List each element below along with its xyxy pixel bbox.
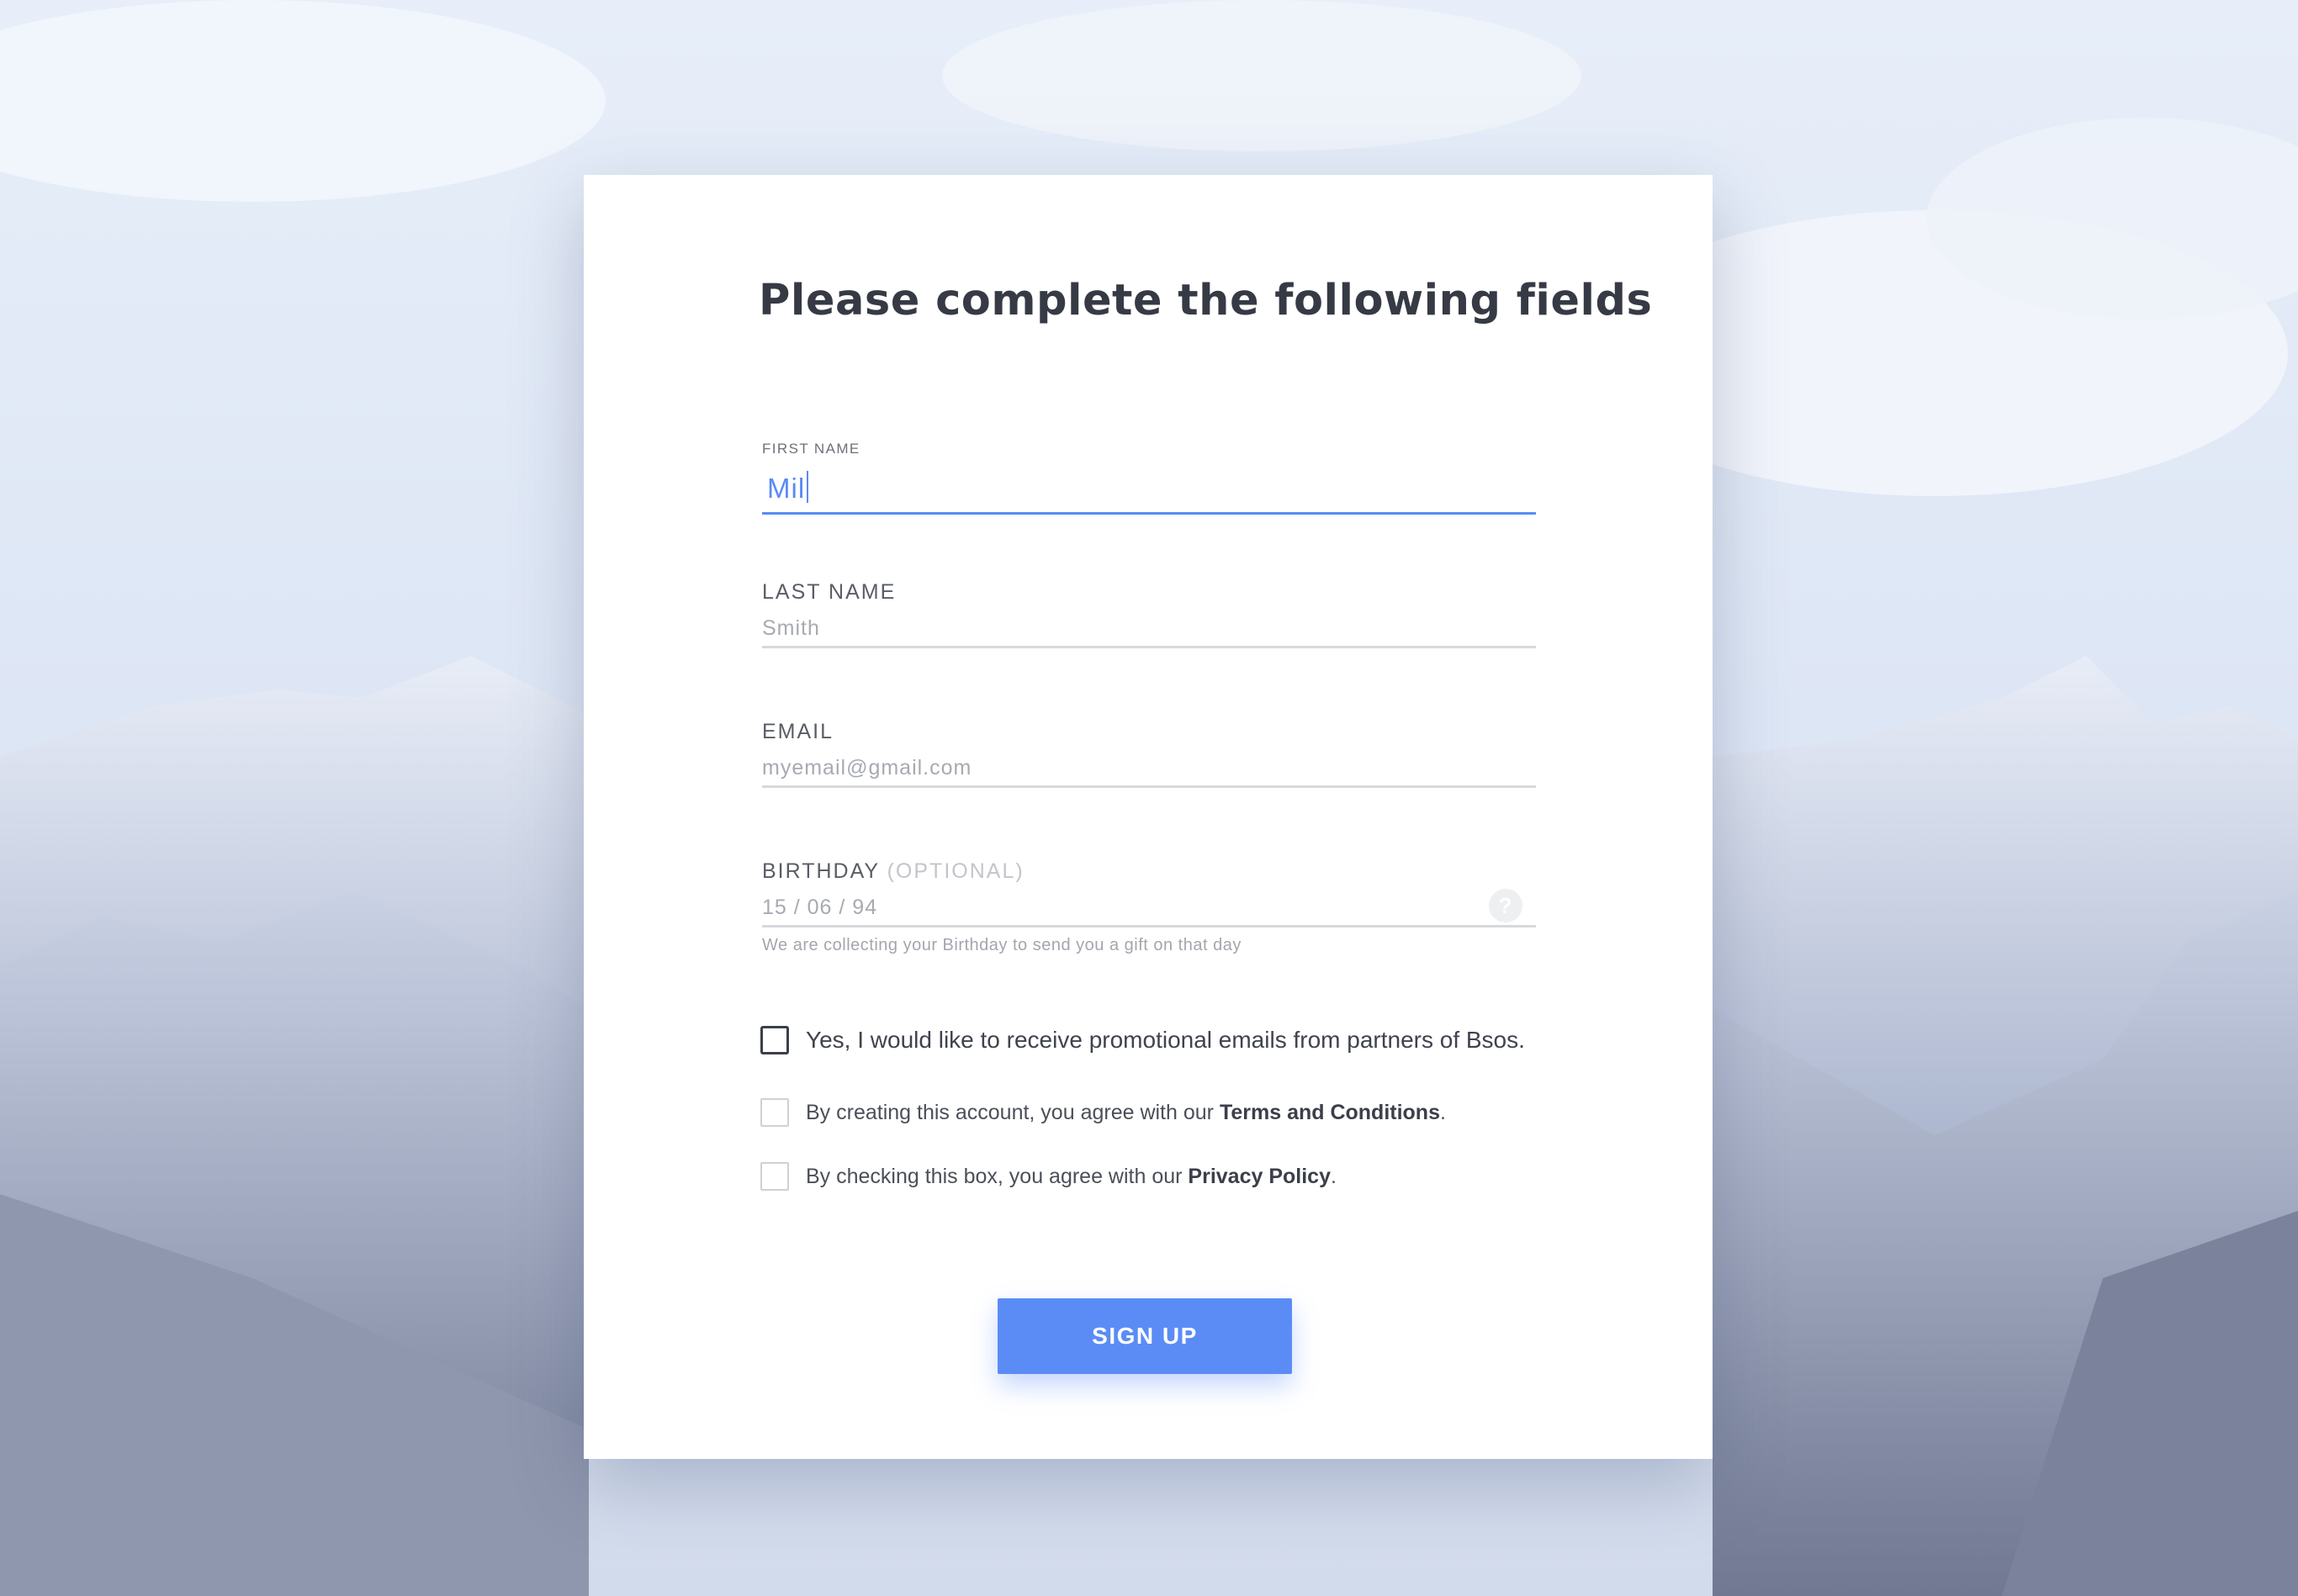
email-placeholder: myemail@gmail.com: [762, 756, 972, 780]
last-name-placeholder: Smith: [762, 616, 820, 640]
terms-link[interactable]: Terms and Conditions: [1220, 1101, 1440, 1124]
terms-prefix: By creating this account, you agree with…: [806, 1100, 1220, 1124]
first-name-value: Mil: [767, 473, 806, 504]
privacy-text: By checking this box, you agree with our…: [806, 1165, 1337, 1189]
text-caret: [807, 471, 809, 503]
last-name-input[interactable]: Smith: [762, 605, 1536, 648]
birthday-label: BIRTHDAY (OPTIONAL): [762, 859, 1536, 884]
terms-checkbox[interactable]: [760, 1098, 789, 1127]
last-name-field: LAST NAME Smith: [762, 580, 1536, 648]
email-input[interactable]: myemail@gmail.com: [762, 744, 1536, 788]
terms-suffix: .: [1440, 1100, 1446, 1124]
promo-text: Yes, I would like to receive promotional…: [806, 1027, 1525, 1053]
optional-tag: (OPTIONAL): [887, 859, 1025, 883]
birthday-placeholder: 15 / 06 / 94: [762, 896, 878, 919]
promo-checkbox[interactable]: [760, 1026, 789, 1054]
first-name-input[interactable]: Mil: [762, 466, 1536, 515]
form-title: Please complete the following fields: [759, 276, 1653, 325]
privacy-checkbox-row[interactable]: By checking this box, you agree with our…: [760, 1162, 1337, 1191]
signup-card: Please complete the following fields FIR…: [584, 175, 1713, 1459]
email-label: EMAIL: [762, 720, 834, 743]
first-name-field: FIRST NAME Mil: [762, 441, 1536, 515]
privacy-link[interactable]: Privacy Policy: [1188, 1165, 1331, 1188]
birthday-label-text: BIRTHDAY: [762, 859, 880, 883]
question-circle-icon[interactable]: ?: [1489, 889, 1522, 922]
privacy-checkbox[interactable]: [760, 1162, 789, 1191]
birthday-field: BIRTHDAY (OPTIONAL) 15 / 06 / 94 ? We ar…: [762, 859, 1536, 955]
email-field: EMAIL myemail@gmail.com: [762, 720, 1536, 788]
privacy-suffix: .: [1330, 1164, 1337, 1188]
terms-text: By creating this account, you agree with…: [806, 1101, 1446, 1125]
first-name-label: FIRST NAME: [762, 441, 860, 457]
terms-checkbox-row[interactable]: By creating this account, you agree with…: [760, 1098, 1446, 1127]
privacy-prefix: By checking this box, you agree with our: [806, 1164, 1189, 1188]
birthday-hint: We are collecting your Birthday to send …: [762, 936, 1242, 954]
last-name-label: LAST NAME: [762, 580, 897, 604]
signup-button[interactable]: SIGN UP: [998, 1298, 1292, 1374]
birthday-input[interactable]: 15 / 06 / 94 ?: [762, 884, 1536, 927]
promo-checkbox-row[interactable]: Yes, I would like to receive promotional…: [760, 1026, 1525, 1054]
